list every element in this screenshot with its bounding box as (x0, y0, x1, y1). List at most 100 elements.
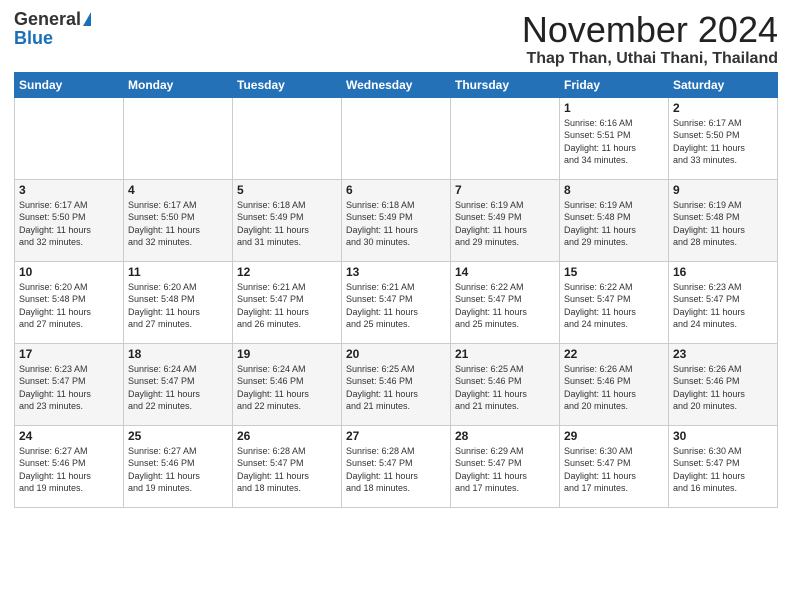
day-number: 11 (128, 265, 228, 279)
day-info: Sunrise: 6:19 AM Sunset: 5:48 PM Dayligh… (673, 199, 773, 249)
header-thursday: Thursday (451, 72, 560, 97)
calendar-cell: 14 Sunrise: 6:22 AM Sunset: 5:47 PM Dayli… (451, 261, 560, 343)
day-number: 20 (346, 347, 446, 361)
calendar-cell: 23 Sunrise: 6:26 AM Sunset: 5:46 PM Dayli… (669, 343, 778, 425)
calendar-cell: 3 Sunrise: 6:17 AM Sunset: 5:50 PM Daylig… (15, 179, 124, 261)
location-title: Thap Than, Uthai Thani, Thailand (522, 50, 778, 68)
logo: General Blue (14, 10, 91, 49)
day-number: 29 (564, 429, 664, 443)
day-info: Sunrise: 6:28 AM Sunset: 5:47 PM Dayligh… (346, 445, 446, 495)
day-info: Sunrise: 6:26 AM Sunset: 5:46 PM Dayligh… (564, 363, 664, 413)
calendar-cell (451, 97, 560, 179)
day-number: 27 (346, 429, 446, 443)
day-number: 13 (346, 265, 446, 279)
calendar-cell: 6 Sunrise: 6:18 AM Sunset: 5:49 PM Daylig… (342, 179, 451, 261)
day-number: 25 (128, 429, 228, 443)
calendar-cell (233, 97, 342, 179)
calendar-cell: 30Sunrise: 6:30 AM Sunset: 5:47 PM Dayli… (669, 425, 778, 507)
month-title: November 2024 (522, 10, 778, 50)
day-number: 10 (19, 265, 119, 279)
calendar-cell (15, 97, 124, 179)
calendar-cell: 9 Sunrise: 6:19 AM Sunset: 5:48 PM Daylig… (669, 179, 778, 261)
day-info: Sunrise: 6:17 AM Sunset: 5:50 PM Dayligh… (673, 117, 773, 167)
day-number: 30 (673, 429, 773, 443)
calendar-cell: 15 Sunrise: 6:22 AM Sunset: 5:47 PM Dayli… (560, 261, 669, 343)
day-number: 26 (237, 429, 337, 443)
day-info: Sunrise: 6:18 AM Sunset: 5:49 PM Dayligh… (237, 199, 337, 249)
day-info: Sunrise: 6:27 AM Sunset: 5:46 PM Dayligh… (19, 445, 119, 495)
day-info: Sunrise: 6:24 AM Sunset: 5:46 PM Dayligh… (237, 363, 337, 413)
day-number: 17 (19, 347, 119, 361)
calendar-cell (124, 97, 233, 179)
day-info: Sunrise: 6:25 AM Sunset: 5:46 PM Dayligh… (346, 363, 446, 413)
day-number: 3 (19, 183, 119, 197)
header: General Blue November 2024 Thap Than, Ut… (14, 10, 778, 68)
title-section: November 2024 Thap Than, Uthai Thani, Th… (522, 10, 778, 68)
calendar-cell: 17 Sunrise: 6:23 AM Sunset: 5:47 PM Dayli… (15, 343, 124, 425)
logo-general: General (14, 10, 81, 28)
header-row: SundayMondayTuesdayWednesdayThursdayFrid… (15, 72, 778, 97)
day-info: Sunrise: 6:17 AM Sunset: 5:50 PM Dayligh… (128, 199, 228, 249)
day-info: Sunrise: 6:18 AM Sunset: 5:49 PM Dayligh… (346, 199, 446, 249)
calendar-cell: 1Sunrise: 6:16 AM Sunset: 5:51 PM Daylig… (560, 97, 669, 179)
day-number: 24 (19, 429, 119, 443)
calendar-cell (342, 97, 451, 179)
day-number: 14 (455, 265, 555, 279)
day-info: Sunrise: 6:22 AM Sunset: 5:47 PM Dayligh… (564, 281, 664, 331)
day-number: 4 (128, 183, 228, 197)
day-number: 19 (237, 347, 337, 361)
header-tuesday: Tuesday (233, 72, 342, 97)
day-info: Sunrise: 6:28 AM Sunset: 5:47 PM Dayligh… (237, 445, 337, 495)
calendar-cell: 7 Sunrise: 6:19 AM Sunset: 5:49 PM Daylig… (451, 179, 560, 261)
day-number: 9 (673, 183, 773, 197)
week-row-4: 24 Sunrise: 6:27 AM Sunset: 5:46 PM Dayli… (15, 425, 778, 507)
day-number: 21 (455, 347, 555, 361)
day-info: Sunrise: 6:19 AM Sunset: 5:48 PM Dayligh… (564, 199, 664, 249)
day-info: Sunrise: 6:20 AM Sunset: 5:48 PM Dayligh… (19, 281, 119, 331)
day-info: Sunrise: 6:23 AM Sunset: 5:47 PM Dayligh… (19, 363, 119, 413)
calendar-cell: 12 Sunrise: 6:21 AM Sunset: 5:47 PM Dayli… (233, 261, 342, 343)
day-number: 23 (673, 347, 773, 361)
day-info: Sunrise: 6:26 AM Sunset: 5:46 PM Dayligh… (673, 363, 773, 413)
day-number: 15 (564, 265, 664, 279)
logo-blue: Blue (14, 28, 53, 49)
day-info: Sunrise: 6:16 AM Sunset: 5:51 PM Dayligh… (564, 117, 664, 167)
day-number: 6 (346, 183, 446, 197)
calendar-cell: 10 Sunrise: 6:20 AM Sunset: 5:48 PM Dayli… (15, 261, 124, 343)
calendar-cell: 28Sunrise: 6:29 AM Sunset: 5:47 PM Dayli… (451, 425, 560, 507)
day-number: 2 (673, 101, 773, 115)
day-number: 12 (237, 265, 337, 279)
header-saturday: Saturday (669, 72, 778, 97)
week-row-1: 3 Sunrise: 6:17 AM Sunset: 5:50 PM Daylig… (15, 179, 778, 261)
day-info: Sunrise: 6:21 AM Sunset: 5:47 PM Dayligh… (346, 281, 446, 331)
day-number: 8 (564, 183, 664, 197)
logo-icon (83, 12, 91, 26)
day-info: Sunrise: 6:17 AM Sunset: 5:50 PM Dayligh… (19, 199, 119, 249)
day-number: 18 (128, 347, 228, 361)
header-sunday: Sunday (15, 72, 124, 97)
day-info: Sunrise: 6:21 AM Sunset: 5:47 PM Dayligh… (237, 281, 337, 331)
calendar-cell: 5Sunrise: 6:18 AM Sunset: 5:49 PM Daylig… (233, 179, 342, 261)
calendar-cell: 19 Sunrise: 6:24 AM Sunset: 5:46 PM Dayli… (233, 343, 342, 425)
calendar-cell: 25 Sunrise: 6:27 AM Sunset: 5:46 PM Dayli… (124, 425, 233, 507)
calendar-cell: 22 Sunrise: 6:26 AM Sunset: 5:46 PM Dayli… (560, 343, 669, 425)
day-number: 7 (455, 183, 555, 197)
day-info: Sunrise: 6:30 AM Sunset: 5:47 PM Dayligh… (564, 445, 664, 495)
day-info: Sunrise: 6:25 AM Sunset: 5:46 PM Dayligh… (455, 363, 555, 413)
calendar-cell: 16Sunrise: 6:23 AM Sunset: 5:47 PM Dayli… (669, 261, 778, 343)
week-row-0: 1Sunrise: 6:16 AM Sunset: 5:51 PM Daylig… (15, 97, 778, 179)
day-info: Sunrise: 6:27 AM Sunset: 5:46 PM Dayligh… (128, 445, 228, 495)
day-number: 22 (564, 347, 664, 361)
calendar-cell: 21 Sunrise: 6:25 AM Sunset: 5:46 PM Dayli… (451, 343, 560, 425)
calendar-cell: 8 Sunrise: 6:19 AM Sunset: 5:48 PM Daylig… (560, 179, 669, 261)
calendar-cell: 29 Sunrise: 6:30 AM Sunset: 5:47 PM Dayli… (560, 425, 669, 507)
week-row-2: 10 Sunrise: 6:20 AM Sunset: 5:48 PM Dayli… (15, 261, 778, 343)
calendar-cell: 26 Sunrise: 6:28 AM Sunset: 5:47 PM Dayli… (233, 425, 342, 507)
day-info: Sunrise: 6:19 AM Sunset: 5:49 PM Dayligh… (455, 199, 555, 249)
calendar-cell: 27 Sunrise: 6:28 AM Sunset: 5:47 PM Dayli… (342, 425, 451, 507)
day-info: Sunrise: 6:29 AM Sunset: 5:47 PM Dayligh… (455, 445, 555, 495)
calendar-cell: 18Sunrise: 6:24 AM Sunset: 5:47 PM Dayli… (124, 343, 233, 425)
calendar: SundayMondayTuesdayWednesdayThursdayFrid… (14, 72, 778, 508)
calendar-cell: 24 Sunrise: 6:27 AM Sunset: 5:46 PM Dayli… (15, 425, 124, 507)
day-info: Sunrise: 6:22 AM Sunset: 5:47 PM Dayligh… (455, 281, 555, 331)
